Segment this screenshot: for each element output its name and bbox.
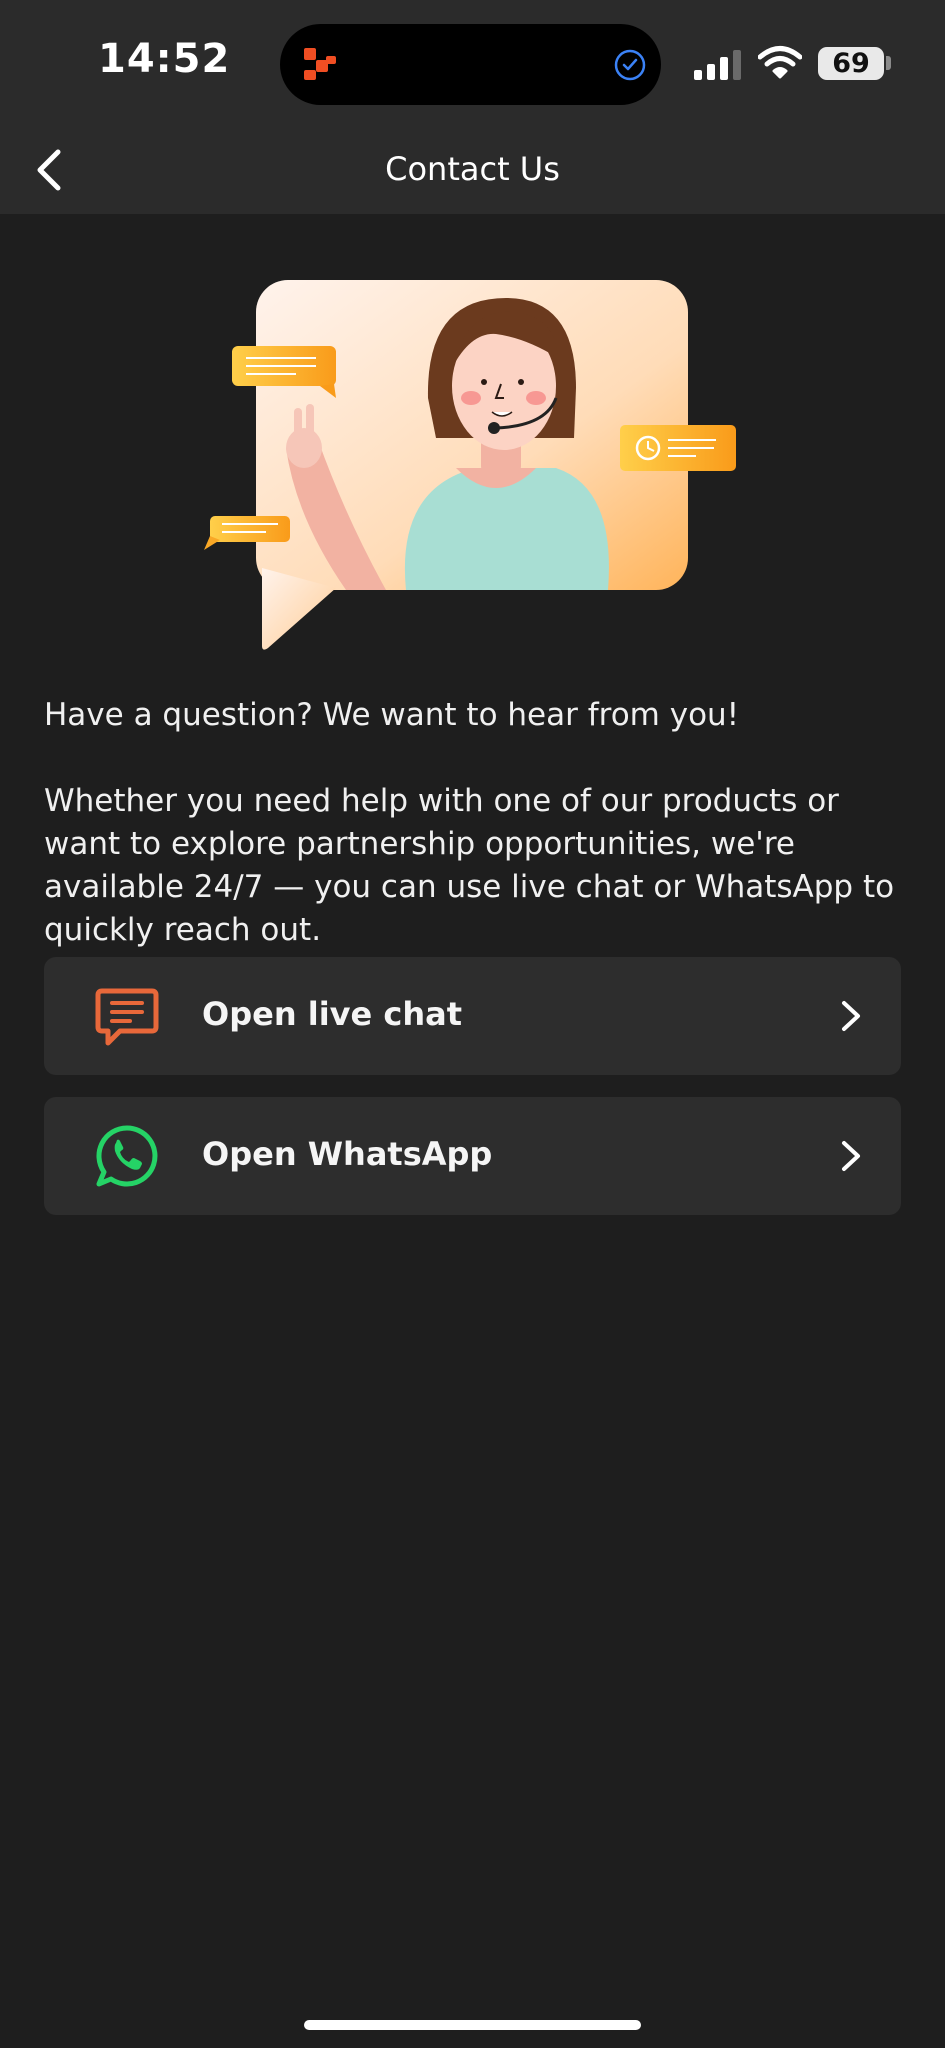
chevron-right-icon <box>842 1001 860 1031</box>
nav-bar: Contact Us <box>0 128 945 214</box>
dynamic-island <box>280 24 661 105</box>
live-chat-label: Open live chat <box>202 995 463 1033</box>
home-indicator[interactable] <box>304 2020 641 2030</box>
status-bar: 14:52 69 <box>0 0 945 128</box>
whatsapp-label: Open WhatsApp <box>202 1135 493 1173</box>
status-time: 14:52 <box>98 36 231 82</box>
chat-bubble-icon <box>95 988 159 1046</box>
open-whatsapp-button[interactable]: Open WhatsApp <box>44 1097 901 1215</box>
whatsapp-icon <box>96 1125 158 1187</box>
battery-icon: 69 <box>818 47 884 80</box>
check-circle-icon <box>614 49 646 81</box>
support-agent-illustration <box>204 280 736 650</box>
bubble-right <box>620 425 736 471</box>
wifi-icon <box>758 46 802 79</box>
signal-icon <box>694 50 741 80</box>
intro-body: Whether you need help with one of our pr… <box>44 783 895 948</box>
battery-tip <box>886 56 891 70</box>
intro-text: Have a question? We want to hear from yo… <box>44 694 904 995</box>
page-title: Contact Us <box>385 150 560 188</box>
chevron-right-icon <box>842 1141 860 1171</box>
open-live-chat-button[interactable]: Open live chat <box>44 957 901 1075</box>
intro-heading: Have a question? We want to hear from yo… <box>44 697 740 733</box>
app-logo-icon <box>304 48 336 80</box>
